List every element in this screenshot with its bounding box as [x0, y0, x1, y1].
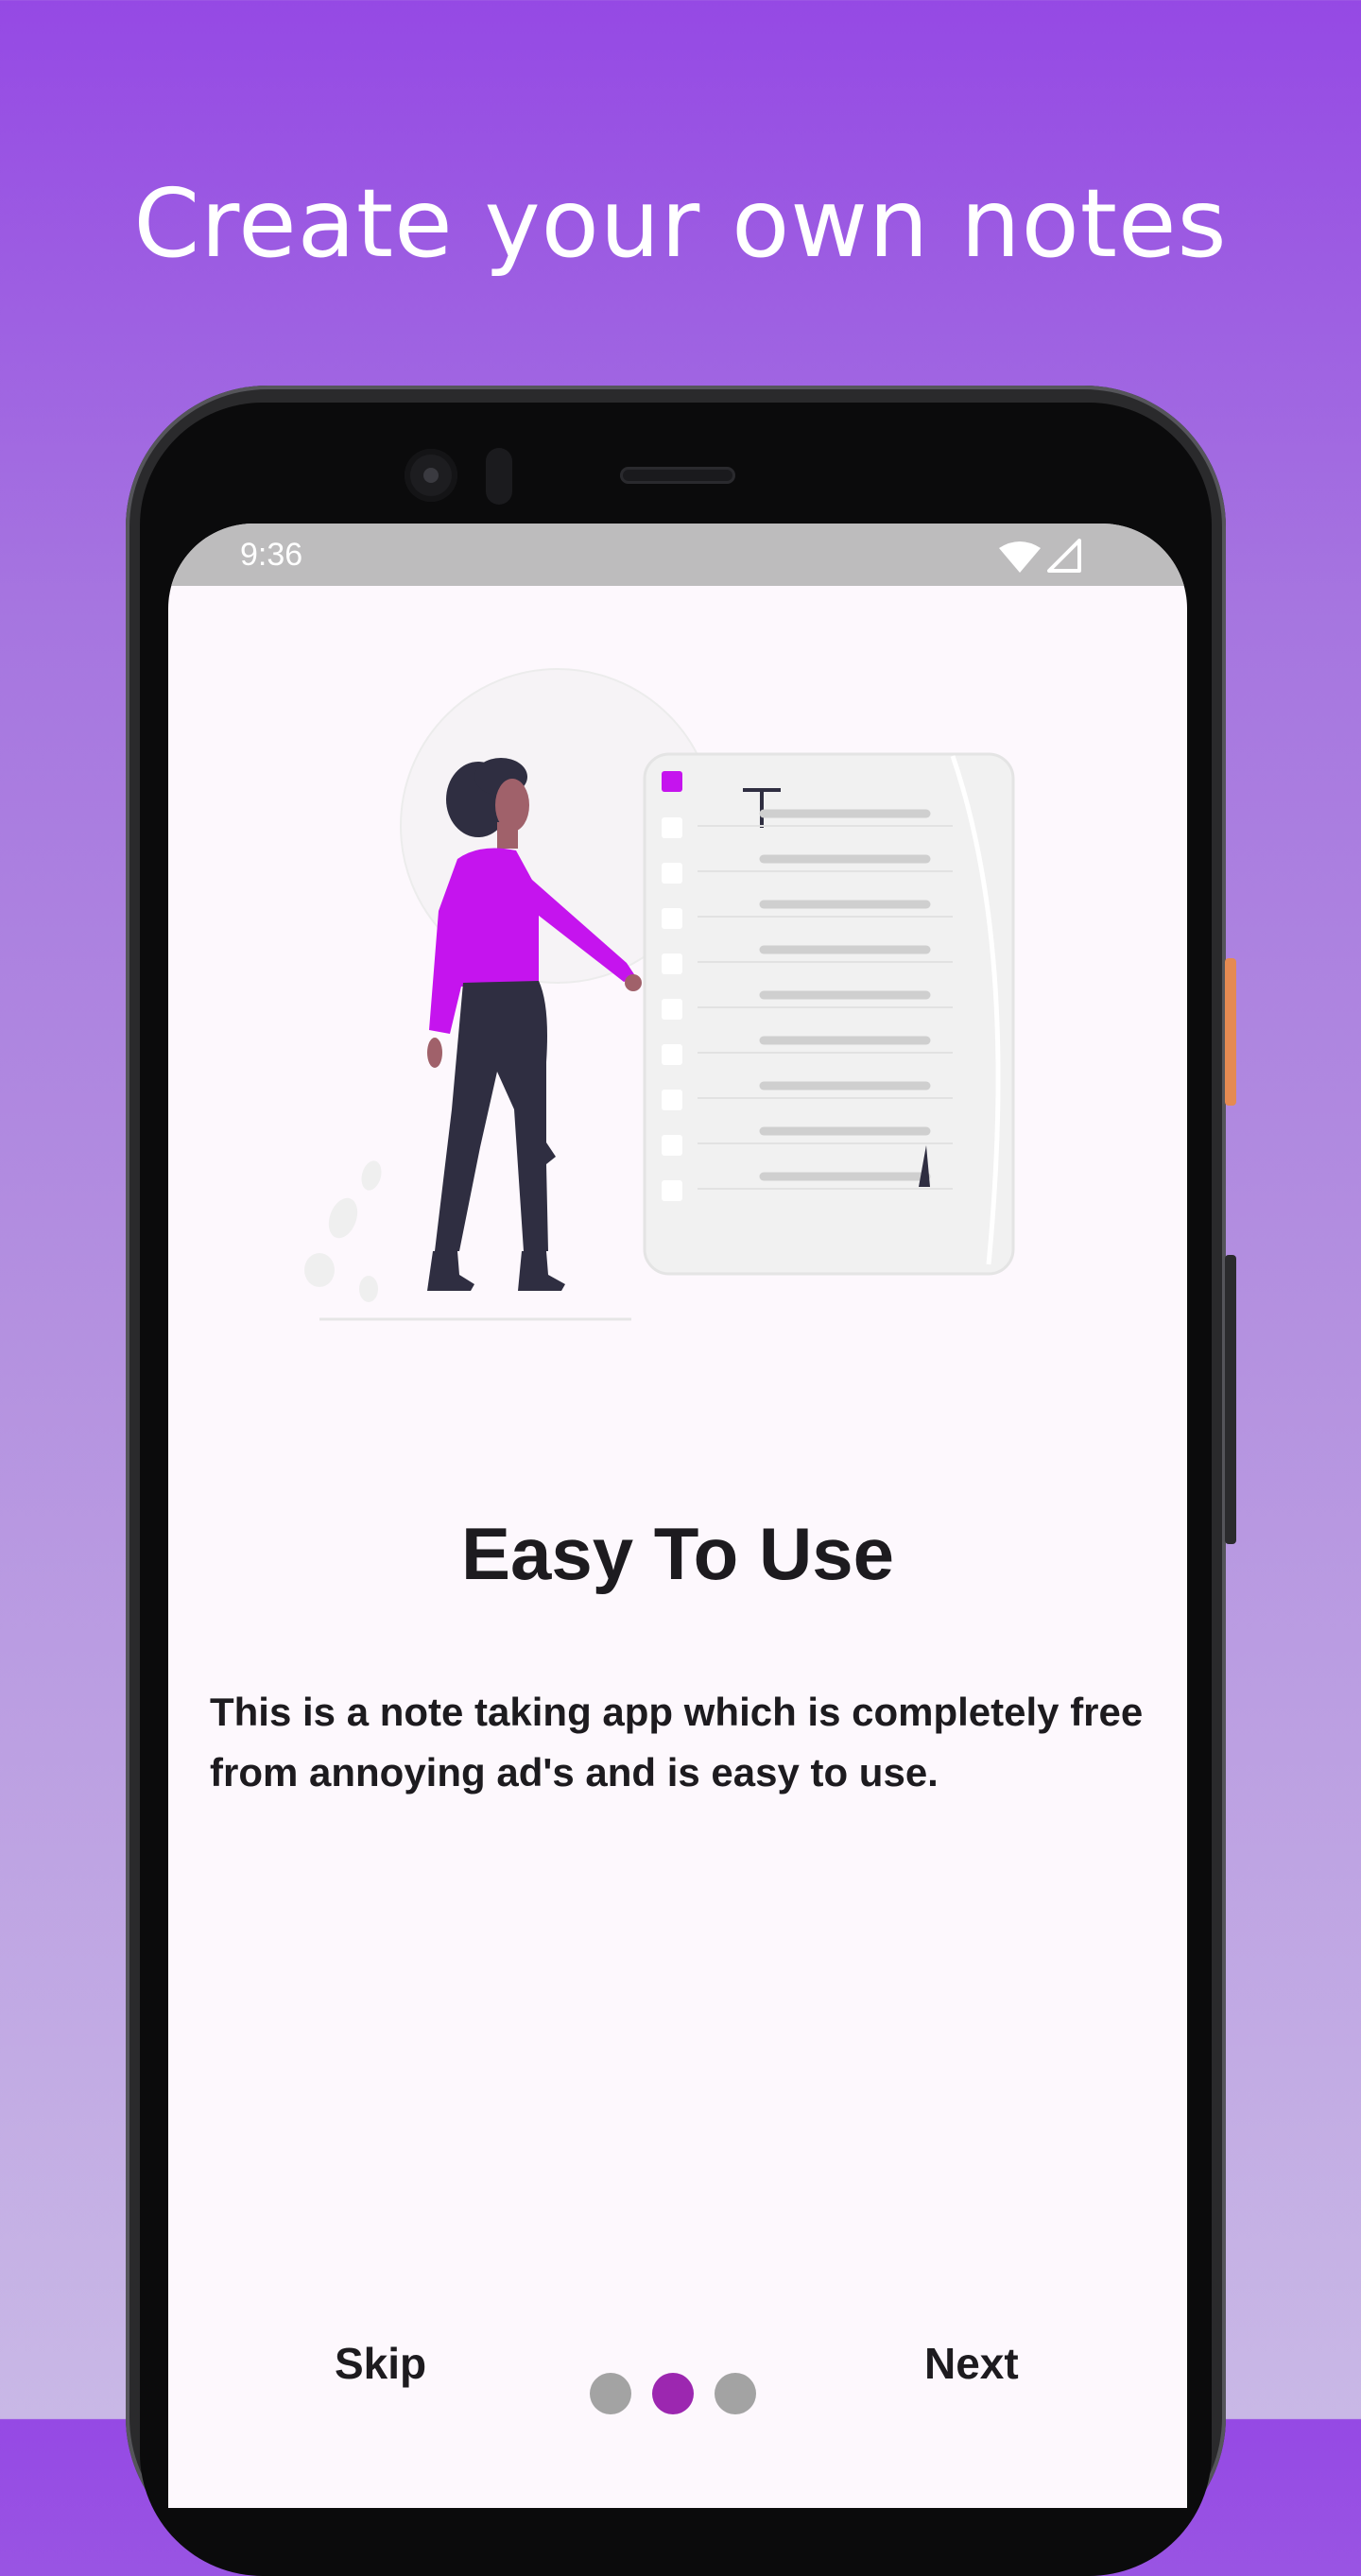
plant-leaf-shape: [359, 1276, 378, 1302]
checkbox-checked-shape: [662, 771, 682, 792]
note-taking-illustration: [304, 668, 1015, 1321]
checkbox-shape: [662, 1180, 682, 1201]
cell-signal-icon: [1047, 539, 1081, 573]
checkbox-shape: [662, 1090, 682, 1110]
front-camera-icon: [405, 449, 457, 502]
page-indicator-dot[interactable]: [590, 2373, 631, 2414]
status-bar: 9:36: [168, 524, 1187, 586]
next-button[interactable]: Next: [924, 2338, 1019, 2389]
plant-leaf-shape: [304, 1253, 335, 1287]
wifi-icon: [999, 541, 1041, 573]
skip-button[interactable]: Skip: [335, 2338, 426, 2389]
phone-screen: 9:36 Easy To Use This is a note taking a…: [168, 524, 1187, 2508]
headline: Create your own notes: [133, 168, 1228, 279]
plant-leaf-shape: [361, 1160, 382, 1191]
checkbox-shape: [662, 953, 682, 974]
note-document-shape: [643, 752, 1015, 1276]
onboarding-description: This is a note taking app which is compl…: [210, 1690, 1144, 1795]
status-time: 9:36: [240, 537, 303, 573]
phone-side-button-power: [1225, 958, 1236, 1106]
onboarding-title: Easy To Use: [460, 1512, 895, 1595]
checkbox-shape: [662, 863, 682, 884]
plant-leaf-shape: [328, 1197, 358, 1239]
checkbox-shape: [662, 999, 682, 1020]
checkbox-shape: [662, 1135, 682, 1156]
checkbox-shape: [662, 908, 682, 929]
phone-side-button-volume: [1225, 1255, 1236, 1544]
proximity-sensor: [486, 448, 512, 505]
page-indicator-dot-active[interactable]: [652, 2373, 694, 2414]
earpiece-speaker: [620, 467, 735, 484]
checkbox-shape: [662, 817, 682, 838]
page-indicator-dot[interactable]: [715, 2373, 756, 2414]
checkbox-shape: [662, 1044, 682, 1065]
